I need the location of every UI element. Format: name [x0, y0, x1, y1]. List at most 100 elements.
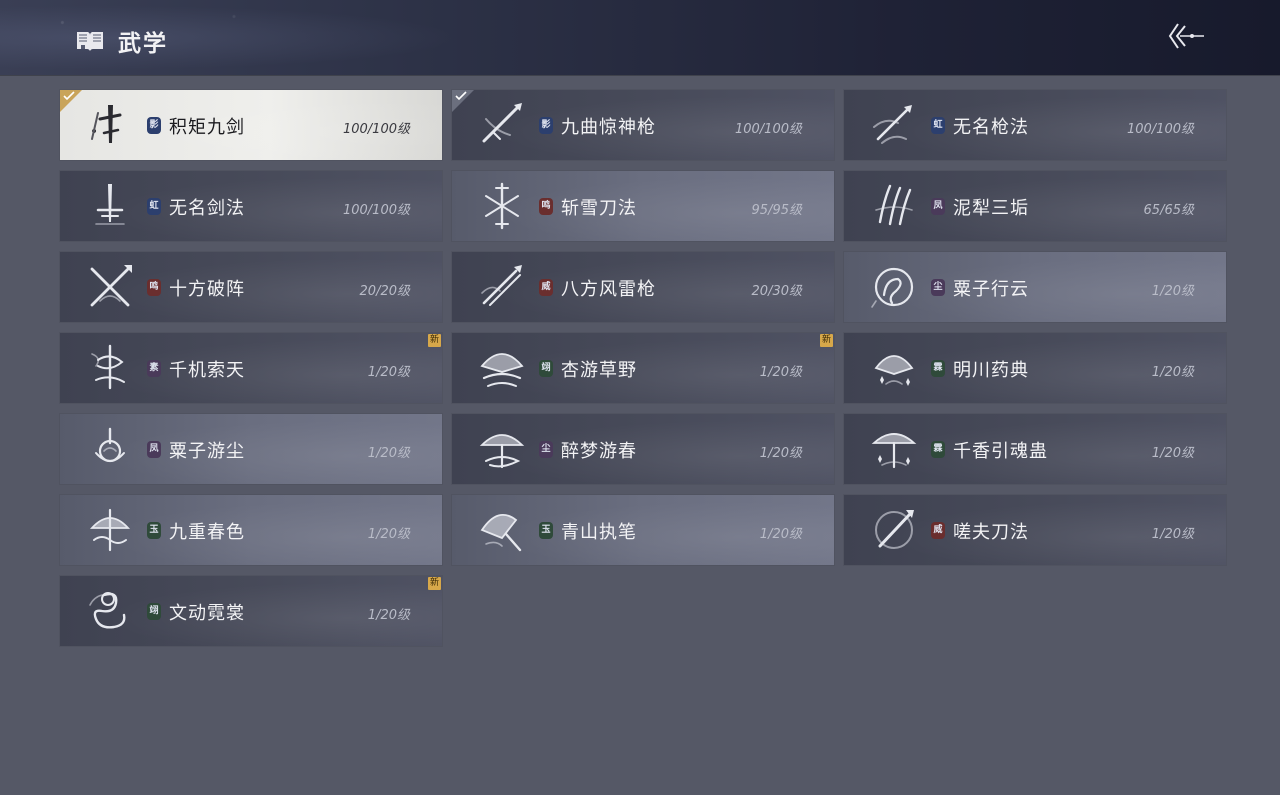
- snowflake-blade-icon: [485, 182, 519, 230]
- sword-ink-icon: [91, 105, 122, 143]
- fan-wind-icon: [480, 353, 524, 387]
- skill-level: 1/20级: [1151, 527, 1194, 542]
- skill-name: 千香引魂蛊: [953, 441, 1048, 462]
- skill-name: 九曲惊神枪: [561, 117, 656, 138]
- skill-card[interactable]: 霖明川药典 1/20级: [844, 333, 1226, 403]
- school-badge: 翊: [539, 360, 553, 377]
- skill-card[interactable]: 素千机索天 1/20级 新: [60, 333, 442, 403]
- school-badge: 尘: [539, 441, 553, 458]
- skill-card[interactable]: 威八方风雷枪 20/30级: [452, 252, 834, 322]
- skill-card[interactable]: 尘醉梦游春 1/20级: [452, 414, 834, 484]
- school-badge: 霖: [931, 360, 945, 377]
- skill-level: 1/20级: [1151, 365, 1194, 380]
- skill-name: 无名枪法: [953, 117, 1029, 138]
- top-bar: 武学: [0, 0, 1280, 75]
- skill-card[interactable]: 凤泥犁三垢 65/65级: [844, 171, 1226, 241]
- skill-name: 无名剑法: [169, 198, 245, 219]
- skill-level: 100/100级: [342, 203, 410, 218]
- spiral-drop-icon: [95, 427, 125, 463]
- skill-name: 粟子游尘: [169, 441, 245, 462]
- skill-card[interactable]: 虹无名剑法 100/100级: [60, 171, 442, 241]
- school-badge: 鸣: [539, 198, 553, 215]
- skill-level: 20/30级: [751, 284, 802, 299]
- skill-level: 1/20级: [1151, 284, 1194, 299]
- new-badge: 新: [428, 334, 441, 347]
- skill-level: 20/20级: [359, 284, 410, 299]
- skill-level: 100/100级: [1126, 122, 1194, 137]
- school-badge: 凤: [147, 441, 161, 458]
- check-icon: [63, 91, 75, 101]
- school-badge: 玉: [147, 522, 161, 539]
- page-title: 武学: [118, 31, 168, 57]
- sword-upright-icon: [95, 184, 125, 225]
- school-badge: 素: [147, 360, 161, 377]
- skill-card[interactable]: 玉青山执笔 1/20级: [452, 495, 834, 565]
- skill-name: 千机索天: [169, 360, 245, 381]
- skill-name: 醉梦游春: [561, 441, 637, 462]
- school-badge: 虹: [147, 198, 161, 215]
- ribbon-dance-icon: [89, 592, 126, 629]
- school-badge: 威: [931, 522, 945, 539]
- skill-level: 1/20级: [759, 365, 802, 380]
- chain-whip-icon: [91, 344, 125, 390]
- cloud-swirl-icon: [871, 267, 914, 308]
- school-badge: 影: [147, 117, 161, 134]
- skill-level: 100/100级: [734, 122, 802, 137]
- crossed-blades-icon: [90, 265, 132, 307]
- skill-name: 斩雪刀法: [561, 198, 637, 219]
- school-badge: 威: [539, 279, 553, 296]
- school-badge: 霖: [931, 441, 945, 458]
- spear-slash-icon: [873, 105, 912, 144]
- skill-level: 65/65级: [1143, 203, 1194, 218]
- skill-name: 明川药典: [953, 360, 1029, 381]
- fan-brush-icon: [480, 513, 522, 552]
- school-badge: 鸣: [147, 279, 161, 296]
- skill-name: 泥犁三垢: [953, 198, 1029, 219]
- school-badge: 凤: [931, 198, 945, 215]
- check-icon: [455, 91, 467, 101]
- skill-card[interactable]: 翊文动霓裳 1/20级 新: [60, 576, 442, 646]
- skill-level: 1/20级: [367, 608, 410, 623]
- skill-card[interactable]: 鸣斩雪刀法 95/95级: [452, 171, 834, 241]
- school-badge: 玉: [539, 522, 553, 539]
- skill-name: 杏游草野: [561, 360, 637, 381]
- skill-level: 100/100级: [342, 122, 410, 137]
- skill-name: 八方风雷枪: [561, 279, 656, 300]
- fan-sparkle-icon: [874, 355, 914, 386]
- new-badge: 新: [428, 577, 441, 590]
- skill-name: 九重春色: [169, 522, 245, 543]
- school-badge: 影: [539, 117, 553, 134]
- skill-name: 文动霓裳: [169, 603, 245, 624]
- skill-name: 十方破阵: [169, 279, 245, 300]
- skill-card[interactable]: 翊杏游草野 1/20级 新: [452, 333, 834, 403]
- skill-level: 1/20级: [759, 446, 802, 461]
- skill-card[interactable]: 玉九重春色 1/20级: [60, 495, 442, 565]
- wind-spear-icon: [481, 265, 522, 306]
- skill-level: 1/20级: [759, 527, 802, 542]
- skill-name: 嗟夫刀法: [953, 522, 1029, 543]
- skill-level: 1/20级: [367, 365, 410, 380]
- skill-card[interactable]: 影九曲惊神枪 100/100级: [452, 90, 834, 160]
- umbrella-sparkle-icon: [871, 433, 917, 469]
- school-badge: 翊: [147, 603, 161, 620]
- skill-card[interactable]: 虹无名枪法 100/100级: [844, 90, 1226, 160]
- circle-blade-icon: [875, 510, 914, 549]
- skill-name: 青山执笔: [561, 522, 637, 543]
- skill-card[interactable]: 鸣十方破阵 20/20级: [60, 252, 442, 322]
- skill-name: 粟子行云: [953, 279, 1029, 300]
- triple-claw-icon: [875, 184, 913, 226]
- skill-card[interactable]: 凤粟子游尘 1/20级: [60, 414, 442, 484]
- skill-name: 积矩九剑: [169, 117, 245, 138]
- new-badge: 新: [820, 334, 833, 347]
- back-arrow-icon[interactable]: [1164, 18, 1208, 54]
- skill-card[interactable]: 影积矩九剑 100/100级: [60, 90, 442, 160]
- skill-card[interactable]: 霖千香引魂蛊 1/20级: [844, 414, 1226, 484]
- umbrella-swirl-icon: [479, 434, 525, 469]
- school-badge: 尘: [931, 279, 945, 296]
- skill-card[interactable]: 尘粟子行云 1/20级: [844, 252, 1226, 322]
- umbrella-wave-icon: [89, 508, 131, 552]
- spear-cross-icon: [482, 103, 522, 143]
- skill-card[interactable]: 威嗟夫刀法 1/20级: [844, 495, 1226, 565]
- book-icon: [77, 32, 103, 51]
- skill-level: 1/20级: [367, 446, 410, 461]
